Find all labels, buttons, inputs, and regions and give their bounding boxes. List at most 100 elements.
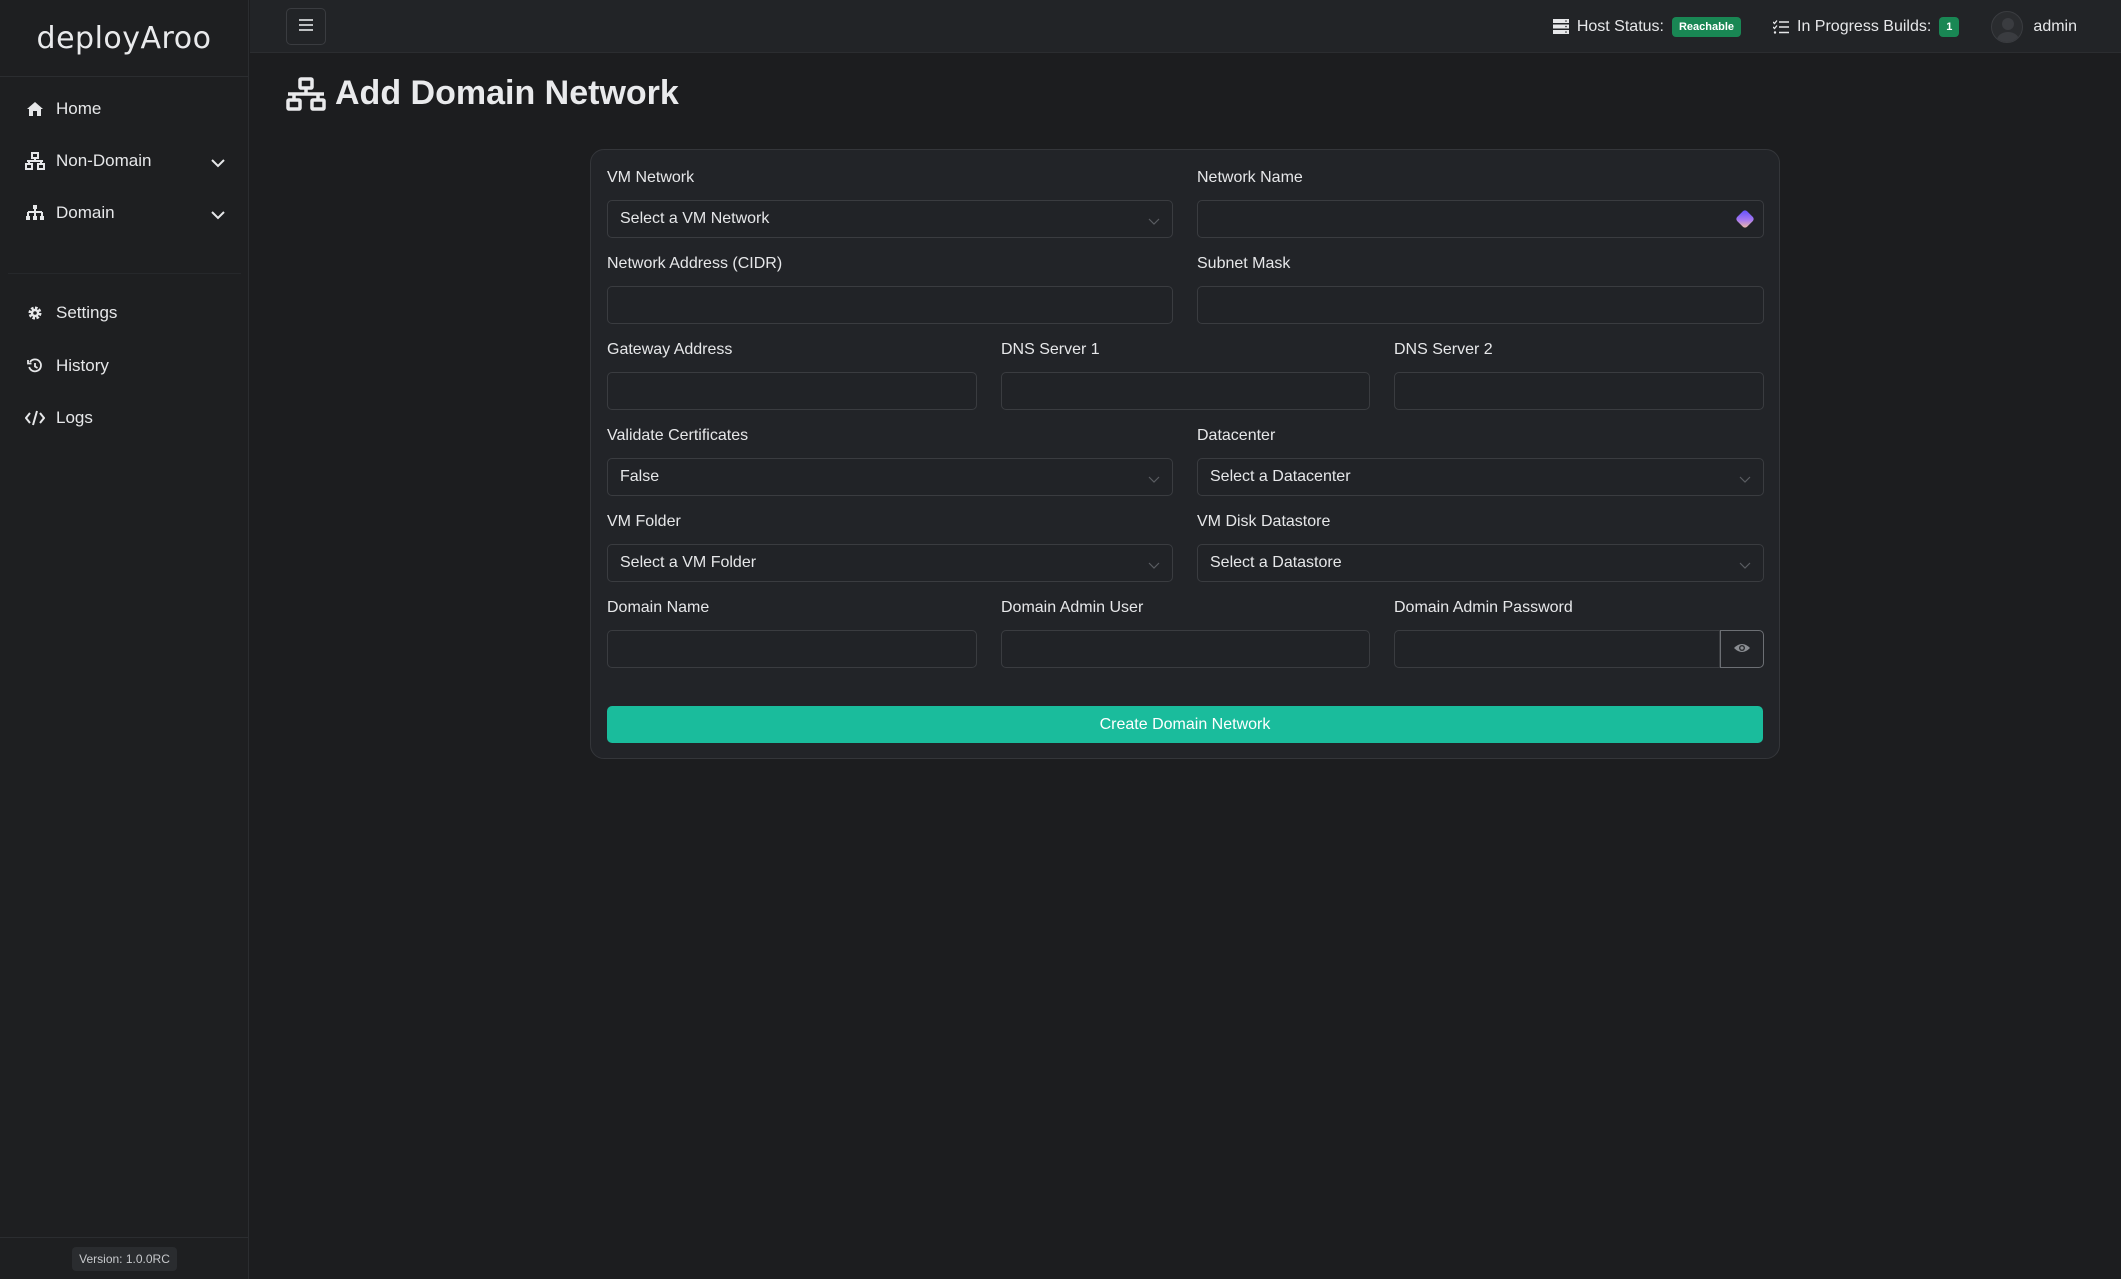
datacenter-field: Datacenter Select a Datacenter xyxy=(1197,426,1764,496)
in-progress-builds[interactable]: In Progress Builds: 1 xyxy=(1773,16,1960,37)
subnet-mask-input[interactable] xyxy=(1197,286,1764,324)
network-icon xyxy=(286,76,326,111)
datastore-select[interactable]: Select a Datastore xyxy=(1197,544,1764,582)
chevron-down-icon[interactable] xyxy=(211,205,225,225)
subnet-mask-field: Subnet Mask xyxy=(1197,254,1764,324)
domain-name-input[interactable] xyxy=(607,630,977,668)
ai-assist-icon[interactable] xyxy=(1734,208,1756,230)
network-name-field: Network Name xyxy=(1197,168,1764,238)
vm-network-value: Select a VM Network xyxy=(620,210,770,227)
network-name-label: Network Name xyxy=(1197,169,1303,186)
page-title: Add Domain Network xyxy=(286,74,679,113)
hamburger-icon xyxy=(299,19,313,34)
add-domain-network-form: VM Network Select a VM Network Network N… xyxy=(590,149,1780,759)
vm-network-field: VM Network Select a VM Network xyxy=(607,168,1173,238)
validate-certs-field: Validate Certificates False xyxy=(607,426,1173,496)
datacenter-select[interactable]: Select a Datacenter xyxy=(1197,458,1764,496)
avatar xyxy=(1991,10,2024,43)
domain-admin-password-input[interactable] xyxy=(1394,630,1720,668)
sidebar-item-domain[interactable]: Domain xyxy=(0,193,249,233)
user-menu[interactable]: admin xyxy=(1991,10,2077,43)
network-icon xyxy=(24,152,46,170)
sidebar-item-label: Domain xyxy=(56,203,115,222)
sidebar-item-history[interactable]: History xyxy=(0,346,249,386)
version-badge: Version: 1.0.0RC xyxy=(72,1246,177,1271)
sidebar-toggle-button[interactable] xyxy=(286,8,326,45)
validate-certs-select[interactable]: False xyxy=(607,458,1173,496)
sidebar-footer: Version: 1.0.0RC xyxy=(0,1237,249,1279)
datastore-field: VM Disk Datastore Select a Datastore xyxy=(1197,512,1764,582)
chevron-down-icon xyxy=(1148,213,1160,231)
sidebar-item-label: Home xyxy=(56,99,102,118)
dns2-input[interactable] xyxy=(1394,372,1764,410)
gateway-field: Gateway Address xyxy=(607,340,977,410)
chevron-down-icon xyxy=(1739,557,1751,575)
username: admin xyxy=(2033,17,2077,35)
sidebar-item-label: Logs xyxy=(56,408,93,427)
sidebar-item-label: Settings xyxy=(56,303,118,322)
password-group xyxy=(1394,630,1764,668)
sidebar-item-settings[interactable]: Settings xyxy=(0,293,249,333)
vm-folder-select[interactable]: Select a VM Folder xyxy=(607,544,1173,582)
builds-count-badge: 1 xyxy=(1939,16,1960,37)
topbar: Host Status: Reachable In Progress Build… xyxy=(250,0,2121,53)
sidebar-item-home[interactable]: Home xyxy=(0,89,249,129)
gear-icon xyxy=(24,304,46,322)
vm-folder-label: VM Folder xyxy=(607,513,681,530)
sidebar: deployAroo Home Non-Domain Domain Settin… xyxy=(0,0,249,1279)
domain-name-field: Domain Name xyxy=(607,598,977,668)
network-name-input[interactable] xyxy=(1197,200,1764,238)
dns1-field: DNS Server 1 xyxy=(1001,340,1370,410)
chevron-down-icon xyxy=(1148,471,1160,489)
network-address-label: Network Address (CIDR) xyxy=(607,255,783,272)
nav-divider xyxy=(8,273,241,274)
domain-admin-user-label: Domain Admin User xyxy=(1001,599,1144,616)
network-address-input[interactable] xyxy=(607,286,1173,324)
sidebar-item-non-domain[interactable]: Non-Domain xyxy=(0,141,249,181)
validate-certs-value: False xyxy=(620,468,660,485)
chevron-down-icon xyxy=(1739,471,1751,489)
datastore-label: VM Disk Datastore xyxy=(1197,513,1331,530)
dns2-field: DNS Server 2 xyxy=(1394,340,1764,410)
domain-admin-user-field: Domain Admin User xyxy=(1001,598,1370,668)
subnet-mask-label: Subnet Mask xyxy=(1197,255,1291,272)
builds-label: In Progress Builds: xyxy=(1797,17,1932,35)
chevron-down-icon[interactable] xyxy=(211,153,225,173)
domain-admin-password-field: Domain Admin Password xyxy=(1394,598,1764,668)
create-domain-network-button[interactable]: Create Domain Network xyxy=(607,706,1763,743)
server-icon xyxy=(1552,19,1569,34)
datacenter-label: Datacenter xyxy=(1197,427,1276,444)
validate-certs-label: Validate Certificates xyxy=(607,427,749,444)
dns1-label: DNS Server 1 xyxy=(1001,341,1100,358)
vm-network-select[interactable]: Select a VM Network xyxy=(607,200,1173,238)
chevron-down-icon xyxy=(1148,557,1160,575)
domain-name-label: Domain Name xyxy=(607,599,710,616)
datastore-value: Select a Datastore xyxy=(1210,554,1342,571)
tasks-icon xyxy=(1773,19,1790,34)
sidebar-item-label: Non-Domain xyxy=(56,151,152,170)
host-status: Host Status: Reachable xyxy=(1552,16,1742,37)
brand-logo[interactable]: deployAroo xyxy=(0,0,248,77)
domain-admin-user-input[interactable] xyxy=(1001,630,1370,668)
sidebar-item-label: History xyxy=(56,356,109,375)
host-status-label: Host Status: xyxy=(1576,17,1664,35)
dns2-label: DNS Server 2 xyxy=(1394,341,1493,358)
gateway-input[interactable] xyxy=(607,372,977,410)
dns1-input[interactable] xyxy=(1001,372,1370,410)
status-area: Host Status: Reachable In Progress Build… xyxy=(1552,0,2121,53)
host-status-badge: Reachable xyxy=(1671,16,1742,37)
vm-folder-field: VM Folder Select a VM Folder xyxy=(607,512,1173,582)
toggle-password-visibility-button[interactable] xyxy=(1720,630,1764,668)
page-title-text: Add Domain Network xyxy=(335,74,679,112)
eye-icon xyxy=(1733,642,1751,657)
sitemap-icon xyxy=(24,204,46,222)
network-address-field: Network Address (CIDR) xyxy=(607,254,1173,324)
gateway-label: Gateway Address xyxy=(607,341,733,358)
datacenter-value: Select a Datacenter xyxy=(1210,468,1351,485)
code-icon xyxy=(24,409,46,427)
history-icon xyxy=(24,357,46,375)
domain-admin-password-label: Domain Admin Password xyxy=(1394,599,1573,616)
vm-network-label: VM Network xyxy=(607,169,695,186)
home-icon xyxy=(24,100,46,118)
sidebar-item-logs[interactable]: Logs xyxy=(0,398,249,438)
